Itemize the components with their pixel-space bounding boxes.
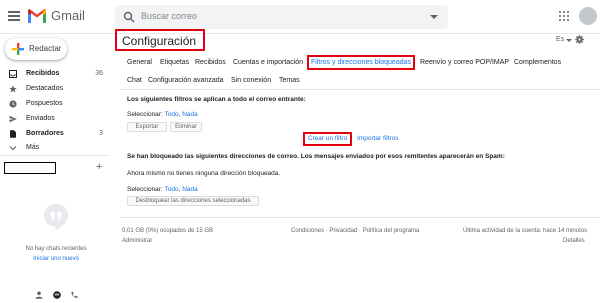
export-button[interactable]: Exportar — [127, 122, 167, 132]
language-selector[interactable]: Es — [556, 36, 564, 43]
tab-reenvio[interactable]: Reenvío y correo POP/IMAP — [420, 59, 509, 66]
blocked-select-row: Seleccionar: Todo, Nada — [127, 186, 198, 193]
gmail-logo[interactable]: Gmail — [28, 8, 85, 23]
tab-cuentas[interactable]: Cuentas e importación — [233, 59, 303, 66]
select-label: Seleccionar: — [127, 111, 163, 118]
chevron-down-icon[interactable] — [566, 39, 572, 42]
sidebar-item-enviados[interactable]: Enviados — [0, 112, 108, 127]
start-chat-link[interactable]: Iniciar uno nuevo — [0, 256, 112, 262]
sidebar-item-label: Pospuestos — [26, 100, 63, 107]
top-bar: Gmail Buscar correo — [0, 0, 600, 34]
search-options-icon[interactable] — [430, 15, 438, 19]
inbox-icon — [9, 70, 17, 78]
sidebar-item-label: Borradores — [26, 130, 64, 137]
select-none-link[interactable]: Nada — [182, 186, 198, 193]
filters-heading: Los siguientes filtros se aplican a todo… — [127, 96, 306, 103]
sidebar-item-recibidos[interactable]: Recibidos 36 — [0, 67, 108, 82]
plus-icon — [12, 43, 24, 55]
select-all-link[interactable]: Todo — [164, 186, 178, 193]
manage-storage-link[interactable]: Administrar — [122, 238, 152, 244]
tab-sin-conexion[interactable]: Sin conexión — [231, 77, 271, 84]
delete-button[interactable]: Eliminar — [170, 122, 202, 132]
compose-label: Redactar — [29, 44, 62, 53]
tab-complementos[interactable]: Complementos — [514, 59, 561, 66]
tab-chat[interactable]: Chat — [127, 77, 142, 84]
storage-usage: 0,01 GB (0%) ocupados de 15 GB — [122, 228, 214, 234]
footer-divider — [120, 217, 600, 218]
sidebar-item-label: Recibidos — [26, 70, 60, 77]
sidebar-bottom-bar — [0, 288, 112, 303]
footer-links[interactable]: Condiciones · Privacidad · Política del … — [291, 228, 419, 234]
search-bar[interactable]: Buscar correo — [115, 5, 448, 29]
person-icon[interactable] — [35, 291, 43, 299]
blocked-heading: Se han bloqueado las siguientes direccio… — [127, 153, 505, 160]
tab-recibidos[interactable]: Recibidos — [195, 59, 226, 66]
tabs-divider — [120, 89, 600, 90]
gmail-m-icon — [28, 8, 46, 23]
sidebar-item-label: Enviados — [26, 115, 55, 122]
add-chat-button[interactable]: + — [96, 162, 102, 173]
select-none-link[interactable]: Nada — [182, 111, 198, 118]
select-all-link[interactable]: Todo — [164, 111, 178, 118]
avatar[interactable] — [579, 7, 597, 25]
apps-grid-icon[interactable] — [559, 11, 569, 21]
main-menu-icon[interactable] — [8, 11, 20, 21]
sidebar-item-pospuestos[interactable]: Pospuestos — [0, 97, 108, 112]
chat-user-box[interactable] — [4, 162, 56, 174]
draft-icon — [10, 130, 16, 138]
no-chats-text: No hay chats recientes — [25, 246, 87, 252]
gear-icon[interactable] — [575, 35, 584, 44]
sidebar-item-destacados[interactable]: Destacados — [0, 82, 108, 97]
last-activity: Última actividad de la cuenta: hace 14 m… — [463, 228, 588, 234]
search-icon[interactable] — [123, 11, 135, 23]
sidebar-item-borradores[interactable]: Borradores 3 — [0, 127, 108, 142]
page-title: Configuración — [115, 29, 205, 51]
sidebar-divider — [0, 155, 110, 156]
filters-select-row: Seleccionar: Todo, Nada — [127, 111, 198, 118]
star-icon — [9, 85, 17, 93]
draft-count: 3 — [99, 130, 103, 137]
chevron-down-icon — [9, 146, 17, 151]
unread-count: 36 — [95, 70, 103, 77]
send-icon — [9, 115, 17, 123]
app-name: Gmail — [51, 8, 85, 23]
select-label: Seleccionar: — [127, 186, 163, 193]
clock-icon — [9, 100, 17, 108]
import-filters-link[interactable]: Importar filtros — [357, 135, 399, 142]
sidebar-item-label: Destacados — [26, 85, 63, 92]
hangouts-icon — [44, 204, 68, 231]
hangouts-tab-icon[interactable] — [53, 291, 61, 299]
tab-temas[interactable]: Temas — [279, 77, 300, 84]
sidebar-item-label: Más — [26, 144, 40, 151]
compose-button[interactable]: Redactar — [5, 38, 67, 60]
phone-icon[interactable] — [70, 291, 78, 299]
tab-filtros[interactable]: Filtros y direcciones bloqueadas — [307, 55, 415, 70]
search-input[interactable]: Buscar correo — [141, 11, 197, 21]
create-filter-link[interactable]: Crear un filtro — [303, 132, 352, 146]
unblock-button[interactable]: Desbloquear las direcciones seleccionada… — [127, 196, 259, 206]
tab-etiquetas[interactable]: Etiquetas — [160, 59, 189, 66]
sidebar-item-mas[interactable]: Más — [0, 141, 108, 156]
details-link[interactable]: Detalles — [563, 238, 585, 244]
tab-configuracion-avanzada[interactable]: Configuración avanzada — [148, 77, 224, 84]
blocked-empty-text: Ahora mismo no tienes ninguna dirección … — [127, 170, 281, 177]
tab-general[interactable]: General — [127, 59, 152, 66]
